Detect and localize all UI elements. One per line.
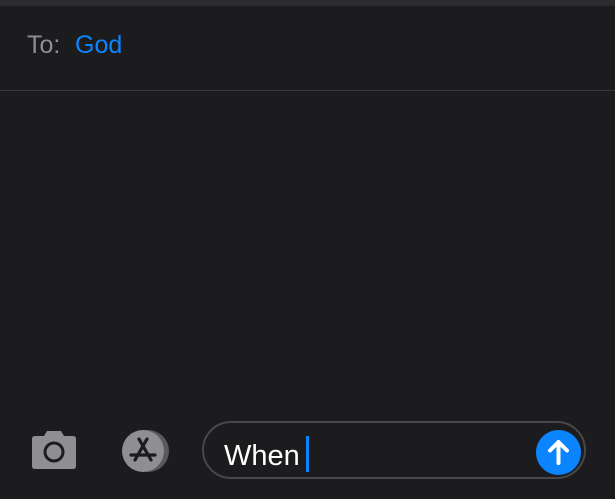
message-text-wrap: When [224, 436, 309, 472]
conversation-area [0, 91, 615, 411]
message-text: When [224, 440, 300, 472]
recipient-name[interactable]: God [75, 30, 122, 60]
recipient-header: To: God [0, 6, 615, 90]
message-input[interactable]: When [202, 421, 586, 479]
app-store-button[interactable] [114, 429, 174, 473]
to-label: To: [27, 31, 61, 59]
camera-button[interactable] [28, 430, 80, 470]
arrow-up-icon [548, 440, 569, 465]
send-button[interactable] [536, 430, 581, 475]
camera-icon [32, 431, 76, 469]
app-store-icon [122, 430, 169, 472]
text-caret [305, 436, 309, 472]
